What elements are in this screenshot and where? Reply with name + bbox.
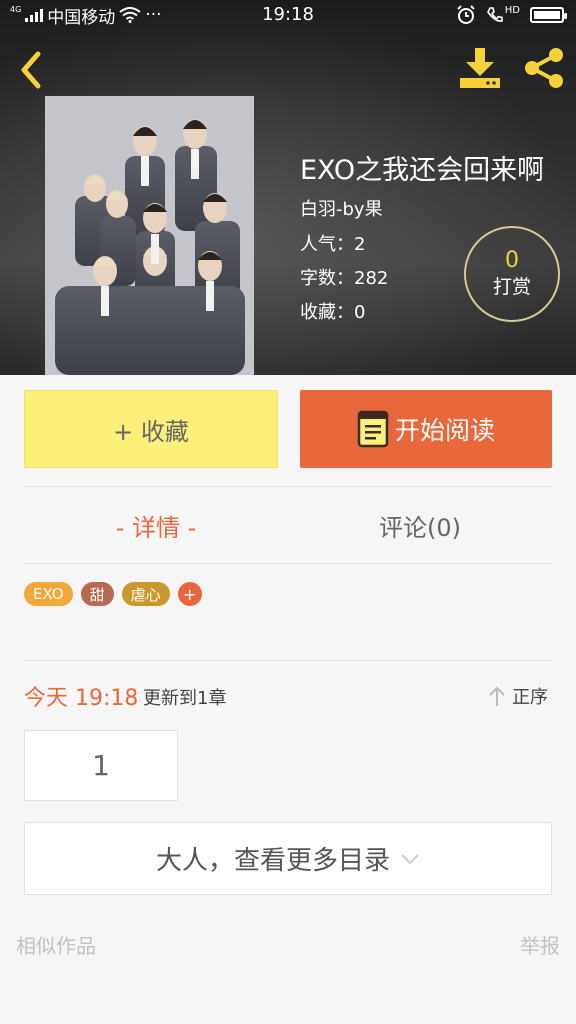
divider xyxy=(24,486,552,487)
cover-illustration xyxy=(45,96,254,375)
tag-list: EXO 甜 虐心 + xyxy=(24,582,202,606)
status-bar: 4G 中国移动 ··· 19:18 HD xyxy=(0,0,576,30)
start-reading-button[interactable]: 开始阅读 xyxy=(300,390,552,468)
more-toc-label: 大人，查看更多目录 xyxy=(155,846,390,876)
chapter-item[interactable]: 1 xyxy=(24,730,178,801)
word-count-stat: 字数：282 xyxy=(300,268,389,289)
book-author[interactable]: 白羽-by果 xyxy=(300,195,383,221)
chevron-left-icon xyxy=(21,51,41,89)
share-button[interactable] xyxy=(522,46,566,90)
update-time: 今天 19:18 xyxy=(24,686,139,711)
alarm-icon xyxy=(457,5,475,24)
book-icon xyxy=(357,410,389,448)
tab-details[interactable]: - 详情 - xyxy=(24,508,288,543)
tag-angst[interactable]: 虐心 xyxy=(121,582,170,606)
arrow-up-icon xyxy=(489,686,505,706)
add-tag-button[interactable]: + xyxy=(177,582,202,606)
back-button[interactable] xyxy=(14,50,50,90)
tip-button[interactable]: 0 打赏 xyxy=(464,226,560,322)
chevron-down-icon xyxy=(401,853,419,864)
tag-sweet[interactable]: 甜 xyxy=(80,582,114,606)
book-title: EXO之我还会回来啊 xyxy=(300,155,545,186)
favorites-stat: 收藏：0 xyxy=(300,302,366,323)
phone-icon xyxy=(486,7,503,22)
divider xyxy=(24,660,552,661)
start-reading-label: 开始阅读 xyxy=(394,416,495,445)
collect-button[interactable]: + 收藏 xyxy=(24,390,278,468)
battery-icon xyxy=(530,7,567,23)
more-toc-button[interactable]: 大人，查看更多目录 xyxy=(24,822,552,895)
update-status: 更新到1章 xyxy=(143,688,227,709)
book-cover-image[interactable] xyxy=(45,96,254,375)
tip-count: 0 xyxy=(505,248,519,273)
download-icon xyxy=(460,48,500,88)
hd-label: HD xyxy=(504,4,520,16)
divider xyxy=(24,563,552,564)
similar-works-heading: 相似作品 xyxy=(16,934,96,958)
tip-label: 打赏 xyxy=(492,276,531,298)
sort-order-button[interactable]: 正序 xyxy=(488,683,548,709)
tag-exo[interactable]: EXO xyxy=(24,582,73,606)
download-button[interactable] xyxy=(456,46,504,90)
popularity-stat: 人气：2 xyxy=(300,234,366,255)
sort-order-label: 正序 xyxy=(512,687,548,708)
share-icon xyxy=(525,48,563,88)
tab-comments[interactable]: 评论(0) xyxy=(288,508,552,543)
report-link[interactable]: 举报 xyxy=(520,930,560,959)
